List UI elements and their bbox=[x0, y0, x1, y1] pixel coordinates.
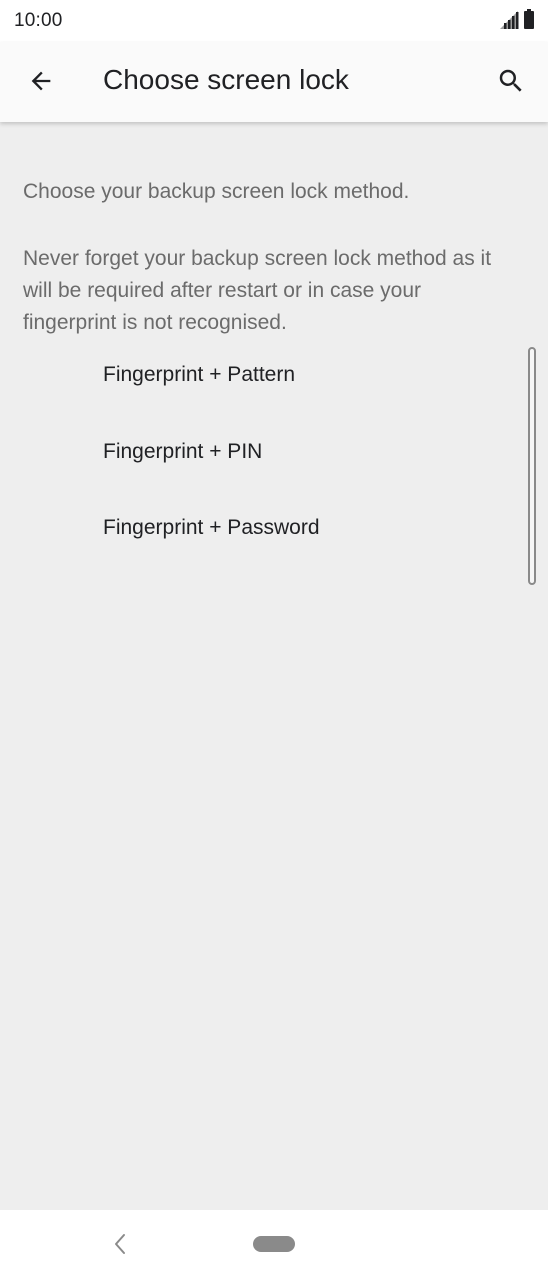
search-button[interactable] bbox=[488, 58, 534, 104]
home-pill-icon[interactable] bbox=[253, 1236, 295, 1252]
status-icons bbox=[500, 9, 534, 29]
lock-option-list: Fingerprint + Pattern Fingerprint + PIN … bbox=[0, 337, 520, 567]
signal-icon bbox=[500, 11, 520, 29]
camera-notch bbox=[240, 0, 308, 40]
scrollbar[interactable] bbox=[528, 347, 536, 585]
warning-text: Never forget your backup screen lock met… bbox=[23, 247, 492, 334]
navigation-bar bbox=[0, 1210, 548, 1278]
page-title: Choose screen lock bbox=[103, 64, 349, 95]
app-bar: Choose screen lock bbox=[0, 42, 548, 122]
status-time: 10:00 bbox=[14, 10, 63, 31]
status-bar: 10:00 bbox=[0, 0, 548, 42]
battery-icon bbox=[524, 9, 534, 29]
search-icon bbox=[499, 69, 522, 92]
chevron-left-icon bbox=[115, 1234, 125, 1254]
option-fingerprint-pin[interactable]: Fingerprint + PIN bbox=[0, 414, 520, 491]
arrow-back-icon bbox=[31, 71, 51, 91]
option-fingerprint-pattern[interactable]: Fingerprint + Pattern bbox=[0, 337, 520, 414]
nav-back-button[interactable] bbox=[106, 1230, 134, 1258]
option-fingerprint-password[interactable]: Fingerprint + Password bbox=[0, 490, 520, 567]
intro-text: Choose your backup screen lock method. bbox=[23, 180, 410, 203]
back-button[interactable] bbox=[18, 58, 64, 104]
